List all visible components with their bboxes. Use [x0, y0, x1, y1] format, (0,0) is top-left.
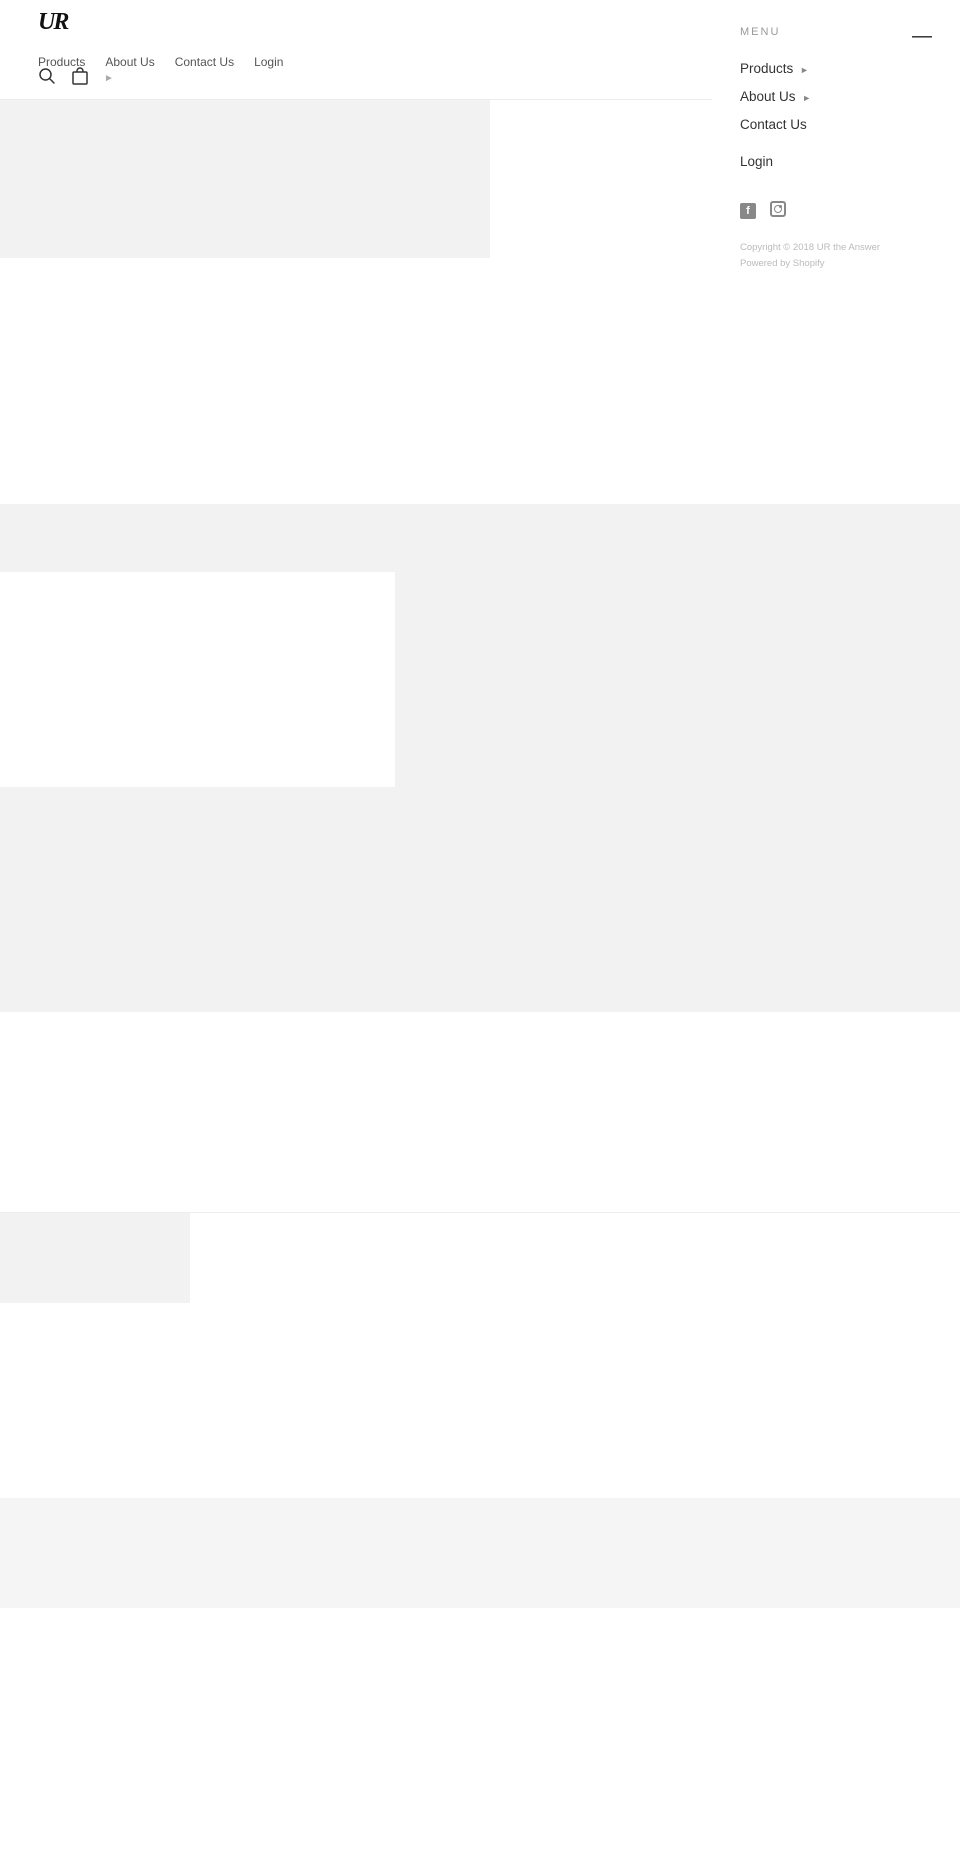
logo-area: UR	[38, 10, 67, 34]
menu-items-list: Products ► About Us ► Contact Us	[740, 60, 932, 134]
social-links: f	[740, 201, 932, 222]
menu-item-about[interactable]: About Us ►	[740, 88, 932, 106]
menu-item-products[interactable]: Products ►	[740, 60, 932, 78]
submenu-arrow-about: ►	[802, 93, 811, 103]
copyright-text: Copyright © 2018 UR the Answer Powered b…	[740, 240, 932, 272]
site-footer	[0, 1498, 960, 1608]
gray-bar-1	[0, 504, 960, 572]
two-col-section	[0, 572, 960, 787]
full-gray-block	[0, 787, 960, 1012]
menu-link-contact[interactable]: Contact Us	[740, 117, 807, 132]
search-icon[interactable]	[38, 67, 56, 90]
menu-label: MENU	[740, 26, 932, 38]
two-col-right	[395, 572, 960, 787]
submenu-arrow-products: ►	[800, 65, 809, 75]
nav-login[interactable]: Login	[254, 55, 283, 69]
two-col-left	[0, 572, 395, 787]
thumbnail-row	[0, 1213, 960, 1303]
page-layout: UR Products About Us Contact Us Login	[0, 0, 960, 1608]
menu-login-link[interactable]: Login	[740, 154, 932, 169]
close-button[interactable]: —	[912, 26, 932, 46]
menu-item-contact[interactable]: Contact Us	[740, 116, 932, 134]
site-header: UR Products About Us Contact Us Login	[0, 0, 960, 100]
menu-link-about[interactable]: About Us ►	[740, 89, 811, 104]
facebook-icon: f	[740, 203, 756, 219]
nav-menu-panel: MENU — Products ► About Us ►	[712, 0, 960, 340]
arrow-right-icon[interactable]: ►	[104, 73, 114, 84]
spacer-3	[0, 1012, 960, 1212]
nav-contact[interactable]: Contact Us	[175, 55, 234, 69]
menu-link-products[interactable]: Products ►	[740, 61, 809, 76]
cart-icon[interactable]	[70, 66, 90, 91]
facebook-link[interactable]: f	[740, 201, 756, 222]
logo[interactable]: UR	[38, 10, 67, 34]
thumbnail-placeholder	[0, 1213, 190, 1303]
instagram-icon	[770, 201, 786, 217]
icon-nav: ►	[38, 66, 114, 91]
instagram-link[interactable]	[770, 201, 786, 222]
thumbnail-content	[190, 1213, 960, 1303]
top-image-placeholder	[0, 100, 490, 258]
spacer-4	[0, 1303, 960, 1498]
